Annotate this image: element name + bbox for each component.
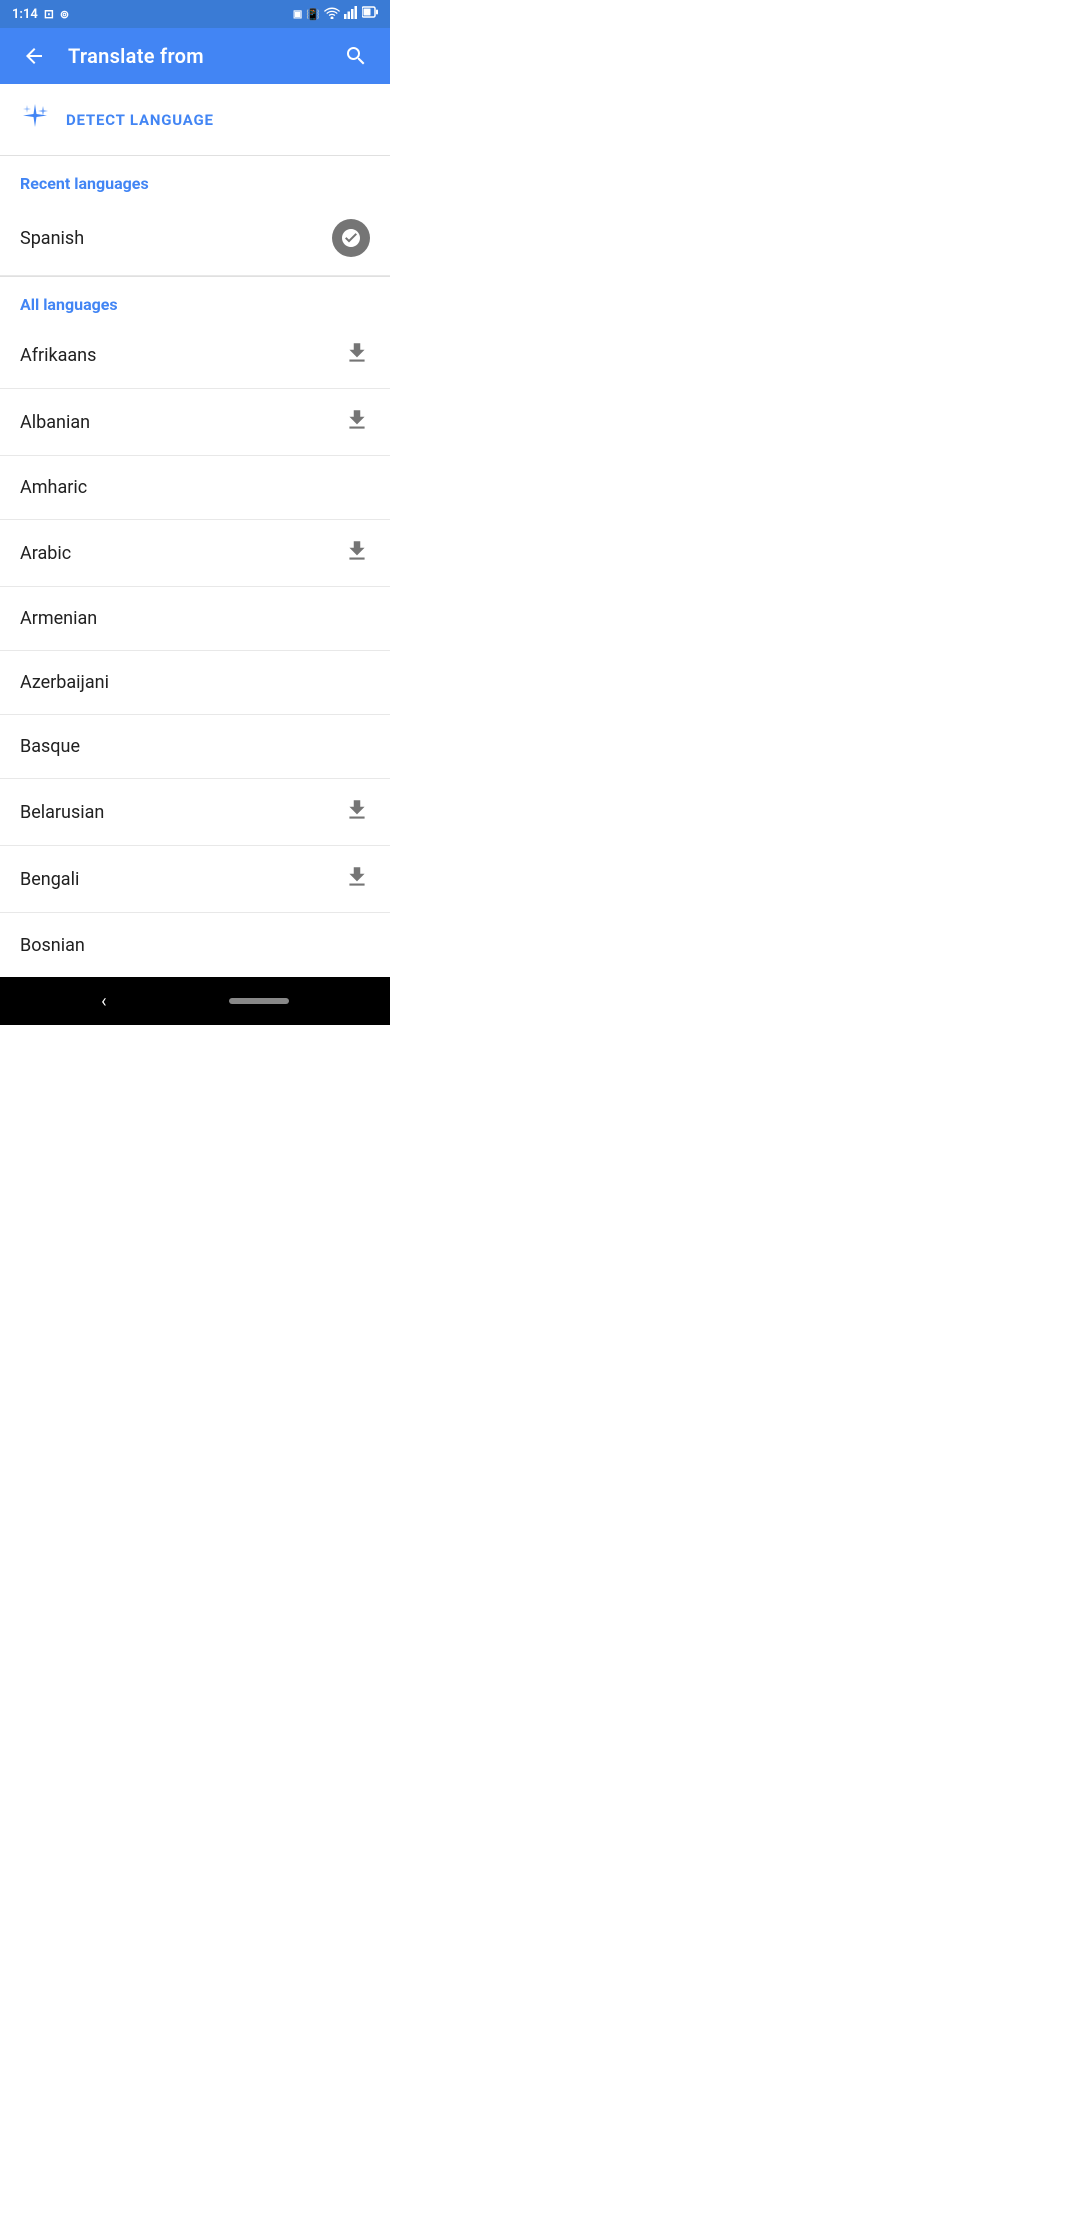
language-name-bosnian: Bosnian	[20, 935, 85, 956]
detect-language-label: DETECT LANGUAGE	[66, 111, 214, 129]
all-languages-list: Afrikaans Albanian Amharic Arabic Armenia…	[0, 322, 390, 977]
language-item-arabic[interactable]: Arabic	[0, 520, 390, 587]
notification-icon: ⊡	[44, 7, 54, 21]
status-left: 1:14 ⊡ ⊚	[12, 7, 69, 22]
page-title: Translate from	[68, 44, 322, 68]
download-icon-afrikaans[interactable]	[344, 340, 370, 370]
search-button[interactable]	[338, 38, 374, 74]
download-icon-belarusian[interactable]	[344, 797, 370, 827]
vibrate-icon: 📳	[306, 8, 320, 21]
status-right: ▣ 📳	[293, 6, 378, 23]
language-item-armenian[interactable]: Armenian	[0, 587, 390, 651]
language-item-afrikaans[interactable]: Afrikaans	[0, 322, 390, 389]
nav-bar: ‹	[0, 977, 390, 1025]
cast-icon: ⊚	[60, 8, 69, 21]
language-name-afrikaans: Afrikaans	[20, 345, 96, 366]
nav-back-button[interactable]: ‹	[101, 991, 106, 1012]
language-item-bengali[interactable]: Bengali	[0, 846, 390, 913]
download-icon-bengali[interactable]	[344, 864, 370, 894]
language-item-amharic[interactable]: Amharic	[0, 456, 390, 520]
app-bar: Translate from	[0, 28, 390, 84]
language-name-azerbaijani: Azerbaijani	[20, 672, 109, 693]
language-item-basque[interactable]: Basque	[0, 715, 390, 779]
language-name-spanish: Spanish	[20, 228, 84, 249]
language-name-belarusian: Belarusian	[20, 802, 104, 823]
language-name-basque: Basque	[20, 736, 80, 757]
back-button[interactable]	[16, 38, 52, 74]
battery-icon	[362, 6, 378, 22]
wifi-icon	[324, 6, 340, 23]
language-item-azerbaijani[interactable]: Azerbaijani	[0, 651, 390, 715]
cast-status-icon: ▣	[293, 9, 302, 20]
recent-languages-header: Recent languages	[0, 156, 390, 201]
language-item-spanish[interactable]: Spanish	[0, 201, 390, 276]
language-name-albanian: Albanian	[20, 412, 90, 433]
language-name-bengali: Bengali	[20, 869, 79, 890]
download-icon-albanian[interactable]	[344, 407, 370, 437]
downloaded-icon	[332, 219, 370, 257]
sparkle-icon	[20, 102, 50, 137]
nav-home-pill[interactable]	[229, 998, 289, 1004]
status-bar: 1:14 ⊡ ⊚ ▣ 📳	[0, 0, 390, 28]
language-item-albanian[interactable]: Albanian	[0, 389, 390, 456]
language-name-armenian: Armenian	[20, 608, 97, 629]
language-item-belarusian[interactable]: Belarusian	[0, 779, 390, 846]
signal-icon	[344, 6, 358, 23]
download-icon-arabic[interactable]	[344, 538, 370, 568]
language-name-arabic: Arabic	[20, 543, 71, 564]
all-languages-header: All languages	[0, 277, 390, 322]
status-time: 1:14	[12, 7, 38, 22]
detect-language-button[interactable]: DETECT LANGUAGE	[0, 84, 390, 156]
language-item-bosnian[interactable]: Bosnian	[0, 913, 390, 977]
language-name-amharic: Amharic	[20, 477, 87, 498]
